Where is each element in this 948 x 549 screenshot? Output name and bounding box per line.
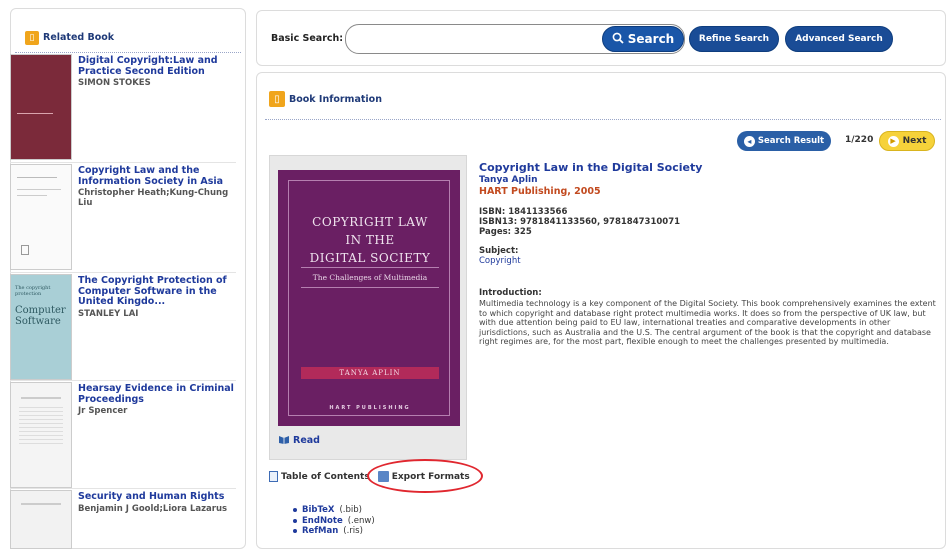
book-thumbnail[interactable] [10, 54, 72, 160]
book-details: Copyright Law in the Digital Society Tan… [479, 161, 939, 347]
read-link[interactable]: Read [278, 434, 320, 447]
related-book-item[interactable]: Digital Copyright:Law and Practice Secon… [10, 54, 236, 160]
refman-link[interactable]: RefMan [302, 526, 338, 537]
export-format-list: BibTeX (.bib) EndNote (.enw) RefMan (.ri… [293, 505, 375, 537]
next-label: Next [902, 136, 927, 146]
search-result-label: Search Result [757, 136, 825, 146]
list-item: RefMan (.ris) [293, 526, 375, 537]
book-cover[interactable]: COPYRIGHT LAW IN THE DIGITAL SOCIETY The… [278, 170, 460, 426]
related-book-link[interactable]: The Copyright Protection of Computer Sof… [78, 275, 236, 308]
basic-search-label: Basic Search: [271, 33, 344, 44]
cover-publisher: HART PUBLISHING [329, 405, 411, 411]
book-thumbnail[interactable]: The copyright protection Computer Softwar… [10, 274, 72, 380]
related-book-link[interactable]: Digital Copyright:Law and Practice Secon… [78, 55, 236, 77]
related-book-header: ▯ Related Book [15, 9, 241, 53]
divider [10, 162, 236, 163]
related-book-item[interactable]: Copyright Law and the Information Societ… [10, 164, 236, 270]
related-book-author: STANLEY LAI [78, 308, 139, 319]
search-button[interactable]: Search [602, 26, 684, 52]
bibtex-link[interactable]: BibTeX [302, 505, 334, 516]
book-author[interactable]: Tanya Aplin [479, 175, 939, 185]
book-title: Copyright Law in the Digital Society [479, 161, 703, 174]
related-book-author: SIMON STOKES [78, 78, 151, 88]
related-book-link[interactable]: Security and Human Rights [78, 491, 227, 503]
cover-author: TANYA APLIN [301, 367, 439, 379]
search-button-label: Search [627, 32, 675, 46]
cover-subtitle: The Challenges of Multimedia [312, 273, 428, 282]
tab-table-of-contents[interactable]: Table of Contents [269, 471, 370, 482]
divider [10, 488, 236, 489]
isbn13: ISBN13: 9781841133560, 9781847310071 [479, 217, 681, 227]
cover-title: COPYRIGHT LAW IN THE DIGITAL SOCIETY [309, 215, 431, 265]
divider [10, 272, 236, 273]
pages: Pages: 325 [479, 227, 532, 237]
endnote-link[interactable]: EndNote [302, 516, 343, 527]
related-book-author: Christopher Heath;Kung-Chung Liu [78, 188, 229, 208]
next-arrow-icon: ▶ [887, 135, 899, 147]
related-book-title: Related Book [43, 32, 115, 43]
isbn: ISBN: 1841133566 [479, 207, 568, 217]
book-icon: ▯ [269, 91, 285, 107]
next-button[interactable]: ▶ Next [879, 131, 935, 151]
result-pager: 1/220 [845, 135, 874, 145]
list-item: BibTeX (.bib) [293, 505, 375, 516]
list-item: EndNote (.enw) [293, 516, 375, 527]
search-bar: Basic Search: Search Refine Search Advan… [256, 10, 946, 66]
subject-link[interactable]: Copyright [479, 256, 939, 266]
book-thumbnail[interactable] [10, 382, 72, 488]
introduction-label: Introduction: [479, 288, 542, 298]
related-book-link[interactable]: Hearsay Evidence in Criminal Proceedings [78, 383, 236, 405]
advanced-search-button[interactable]: Advanced Search [785, 26, 893, 52]
related-book-item[interactable]: Hearsay Evidence in Criminal Proceedings… [10, 382, 236, 488]
book-thumbnail[interactable] [10, 164, 72, 270]
book-thumbnail[interactable] [10, 490, 72, 549]
document-icon [269, 471, 278, 482]
book-information-header: ▯ Book Information [269, 91, 382, 107]
divider [265, 119, 941, 120]
back-arrow-icon: ◂ [743, 135, 755, 147]
book-information-title: Book Information [289, 93, 382, 105]
introduction-text: Multimedia technology is a key component… [479, 299, 936, 347]
search-result-button[interactable]: ◂ Search Result [737, 131, 831, 151]
related-book-item[interactable]: The copyright protection Computer Softwar… [10, 274, 236, 380]
related-book-author: Jr Spencer [78, 406, 128, 416]
related-book-item[interactable]: Security and Human Rights Benjamin J Goo… [10, 490, 236, 549]
refine-search-button[interactable]: Refine Search [689, 26, 779, 52]
read-icon [278, 434, 290, 447]
read-label: Read [293, 435, 320, 446]
book-information-panel: ▯ Book Information ◂ Search Result 1/220… [256, 72, 946, 549]
book-icon: ▯ [25, 30, 39, 45]
divider [10, 380, 236, 381]
related-book-author: Benjamin J Goold;Liora Lazarus [78, 503, 228, 514]
subject-label: Subject: [479, 246, 519, 256]
related-book-link[interactable]: Copyright Law and the Information Societ… [78, 165, 236, 187]
highlight-annotation [367, 459, 483, 493]
search-icon [612, 32, 624, 47]
book-publisher: HART Publishing, 2005 [479, 186, 601, 197]
book-cover-frame: COPYRIGHT LAW IN THE DIGITAL SOCIETY The… [269, 155, 467, 460]
